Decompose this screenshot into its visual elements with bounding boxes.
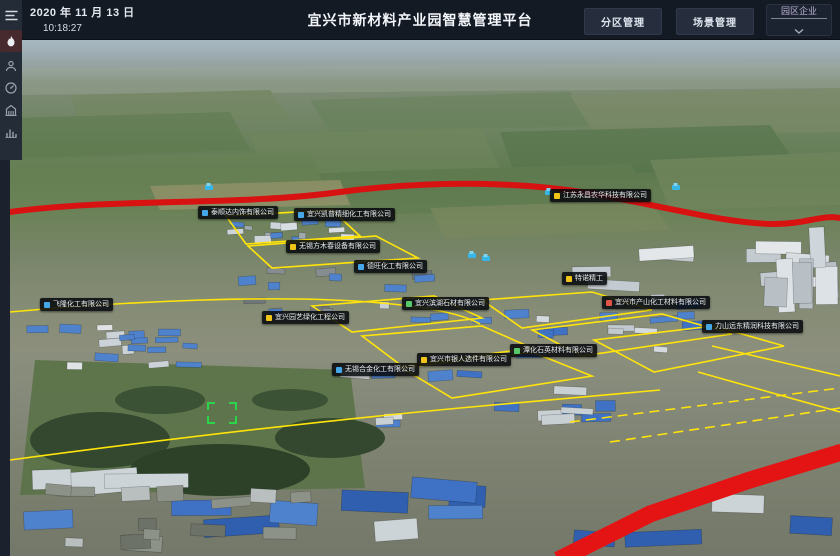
fire-icon[interactable] [0, 30, 22, 52]
zone-management-button[interactable]: 分区管理 [584, 8, 662, 35]
scene-management-button[interactable]: 场景管理 [676, 8, 754, 35]
marker-company-icon [554, 193, 560, 199]
dropdown-underline [771, 18, 827, 19]
marker-label: 宜兴滨湖石材有限公司 [415, 297, 485, 310]
farmland-patches [10, 62, 840, 238]
header-buttons: 分区管理 场景管理 [584, 8, 754, 35]
chevron-down-icon [767, 21, 831, 39]
marker-label: 宜兴市产山化工材料有限公司 [615, 296, 706, 309]
marker-company-icon [406, 301, 412, 307]
marker-company-icon [706, 324, 712, 330]
marker-company-icon [44, 302, 50, 308]
map-marker[interactable]: 特诺精工 [562, 272, 607, 285]
marker-label: 飞隆化工有限公司 [53, 298, 109, 311]
dropdown-label: 园区企业 [767, 5, 831, 18]
marker-label: 江苏永昌农华科技有限公司 [563, 189, 647, 202]
map-marker[interactable]: 飞隆化工有限公司 [40, 298, 113, 311]
marker-company-icon [336, 367, 342, 373]
map-marker[interactable]: 宜兴市银人选件有限公司 [417, 353, 511, 366]
marker-label: 无锡方木春设备有限公司 [299, 240, 376, 253]
marker-label: 泰顺达内饰有限公司 [211, 206, 274, 219]
menu-icon[interactable] [0, 4, 22, 26]
marker-label: 宜兴市银人选件有限公司 [430, 353, 507, 366]
header-bar: 2020 年 11 月 13 日 10:18:27 宜兴市新材料产业园智慧管理平… [0, 0, 840, 40]
map-3d-view[interactable]: 飞隆化工有限公司 泰顺达内饰有限公司 宜兴凯普精细化工有限公司无锡方木春设备有限公司… [10, 40, 840, 556]
marker-label: 潭化石英材料有限公司 [523, 344, 593, 357]
marker-company-icon [298, 212, 304, 218]
marker-company-icon [421, 357, 427, 363]
marker-company-icon [290, 244, 296, 250]
map-marker[interactable]: 德旺化工有限公司 [354, 260, 427, 273]
map-marker[interactable]: 宜兴凯普精细化工有限公司 [294, 208, 395, 221]
map-marker[interactable]: 潭化石英材料有限公司 [510, 344, 597, 357]
park-enterprise-dropdown[interactable]: 园区企业 [766, 4, 832, 36]
bar-chart-icon[interactable] [0, 121, 22, 143]
user-icon[interactable] [0, 55, 22, 77]
marker-label: 特诺精工 [575, 272, 603, 285]
building-icon[interactable] [0, 99, 22, 121]
map-marker[interactable]: 江苏永昌农华科技有限公司 [550, 189, 651, 202]
sidebar [0, 0, 22, 160]
map-marker[interactable]: 泰顺达内饰有限公司 [198, 206, 278, 219]
marker-label: 宜兴园艺绿化工程公司 [275, 311, 345, 324]
marker-company-icon [358, 264, 364, 270]
map-marker[interactable]: 无锡合金化工有限公司 [332, 363, 419, 376]
app-window: 飞隆化工有限公司 泰顺达内饰有限公司 宜兴凯普精细化工有限公司无锡方木春设备有限公司… [0, 0, 840, 556]
map-marker[interactable]: 宜兴市产山化工材料有限公司 [602, 296, 710, 309]
gauge-icon[interactable] [0, 77, 22, 99]
marker-label: 力山远东精润科技有限公司 [715, 320, 799, 333]
marker-company-icon [566, 276, 572, 282]
marker-company-icon [202, 210, 208, 216]
map-marker[interactable]: 力山远东精润科技有限公司 [702, 320, 803, 333]
marker-company-icon [514, 348, 520, 354]
marker-company-icon [266, 315, 272, 321]
selection-brackets [207, 402, 237, 424]
map-marker[interactable]: 宜兴园艺绿化工程公司 [262, 311, 349, 324]
map-marker[interactable]: 无锡方木春设备有限公司 [286, 240, 380, 253]
map-marker[interactable]: 宜兴滨湖石材有限公司 [402, 297, 489, 310]
marker-company-icon [606, 300, 612, 306]
marker-label: 德旺化工有限公司 [367, 260, 423, 273]
marker-label: 无锡合金化工有限公司 [345, 363, 415, 376]
marker-label: 宜兴凯普精细化工有限公司 [307, 208, 391, 221]
